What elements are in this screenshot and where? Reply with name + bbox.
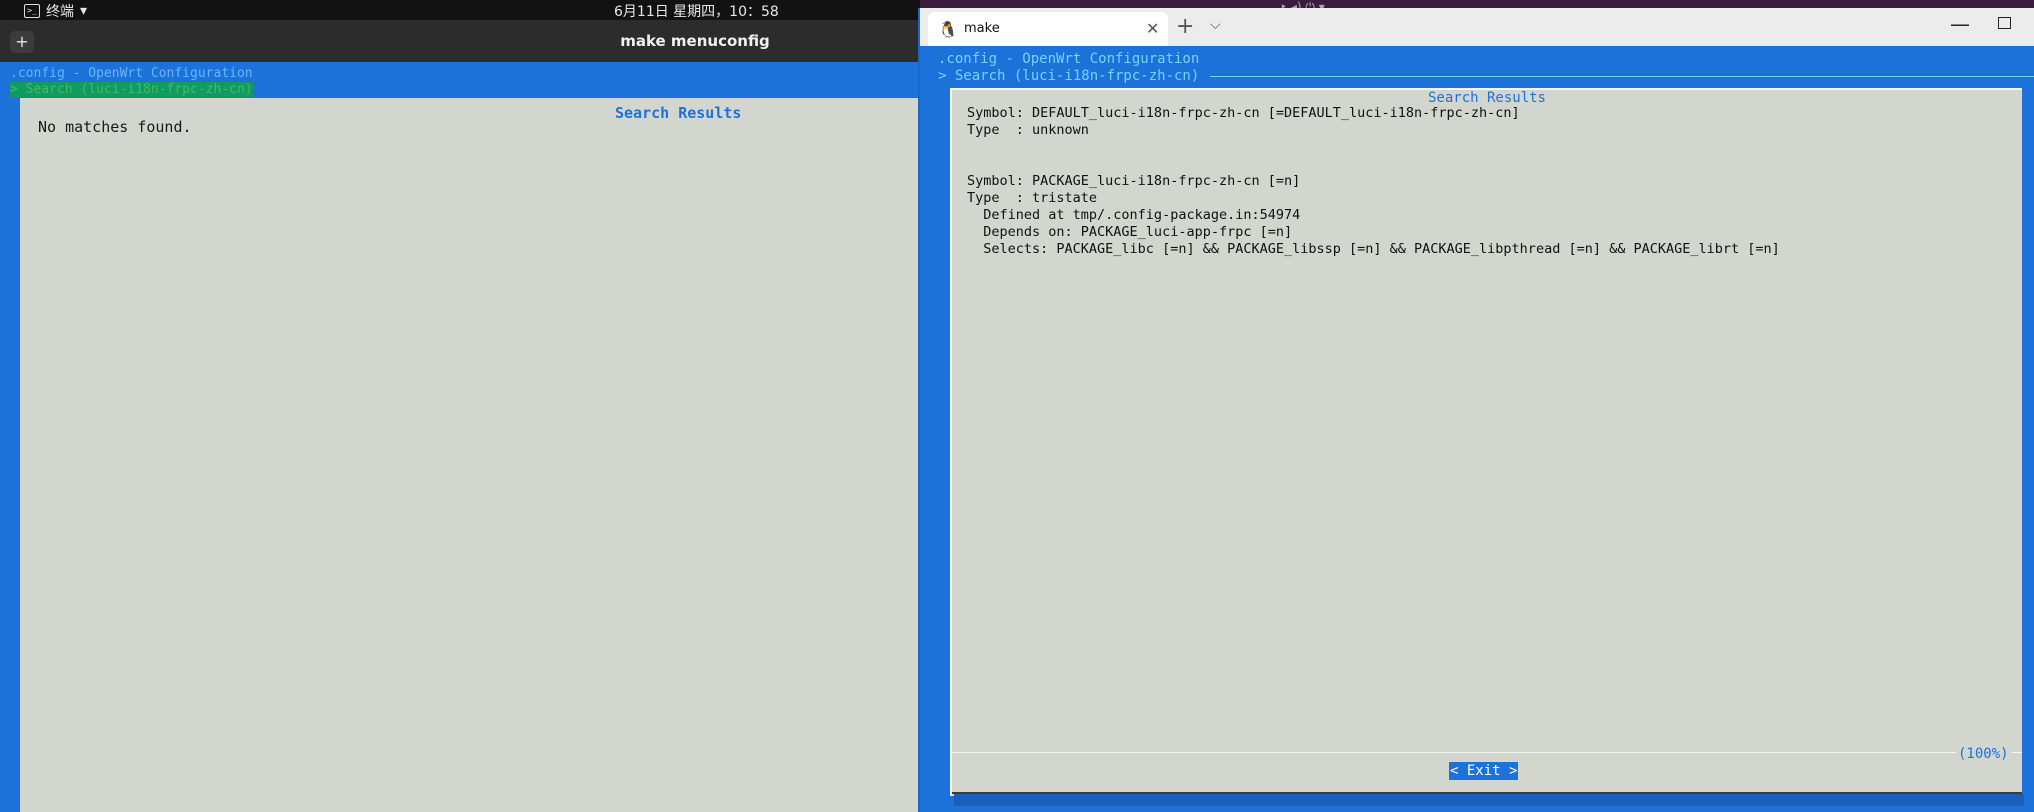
config-header-line: .config - OpenWrt Configuration [10,66,253,81]
minimize-icon[interactable]: — [1950,12,1970,36]
add-tab-icon[interactable]: + [1176,14,1194,39]
search-results-text: Symbol: DEFAULT_luci-i18n-frpc-zh-cn [=D… [967,105,1780,257]
search-results-dialog: Search Results Symbol: DEFAULT_luci-i18n… [950,88,2022,796]
tab-label: make [964,21,1000,36]
maximize-icon[interactable] [1998,17,2011,29]
exit-button[interactable]: < Exit > [1449,762,1519,780]
app-menu[interactable]: >_ 终端 ▾ [24,1,87,21]
dialog-shadow [954,794,2024,806]
terminal-screen[interactable]: .config - OpenWrt Configuration > Search… [0,62,920,812]
linux-penguin-icon: 🐧 [938,20,958,39]
search-header-line: > Search (luci-i18n-frpc-zh-cn) [938,68,1200,84]
terminal-screen[interactable]: .config - OpenWrt Configuration > Search… [920,46,2034,812]
dialog-title: Search Results [615,104,742,122]
dialog-title-wrap: Search Results [952,90,2022,106]
scroll-percent: (100%) [1956,746,2011,762]
dialog-separator [952,752,2022,753]
dialog-title: Search Results [1423,90,1550,106]
chevron-down-icon: ▾ [80,3,88,19]
system-top-bar: >_ 终端 ▾ 6月11日 星期四，10：58 [0,0,920,20]
title-bar: 🐧 make ✕ + ⌵ — [920,8,2034,46]
app-menu-label: 终端 [46,4,74,20]
terminal-app-icon: >_ [24,4,40,18]
windows-terminal-window: 🐧 make ✕ + ⌵ — .config - OpenWrt Configu… [918,8,2034,812]
clock[interactable]: 6月11日 星期四，10：58 [614,1,779,21]
tab-make[interactable]: 🐧 make ✕ [928,12,1168,46]
header-rule [1210,76,2034,77]
no-matches-message: No matches found. [38,118,192,136]
system-tray-fragment: ‣ ◂) ⏻ ▾ [1280,0,1325,8]
close-icon[interactable]: ✕ [1146,19,1159,38]
chevron-down-icon[interactable]: ⌵ [1210,17,1221,33]
search-results-dialog: Search Results No matches found. [20,98,920,812]
gnome-terminal-window: + make menuconfig .config - OpenWrt Conf… [0,20,920,812]
search-header-line: > Search (luci-i18n-frpc-zh-cn) [10,82,253,97]
config-header-line: .config - OpenWrt Configuration [938,51,1200,67]
